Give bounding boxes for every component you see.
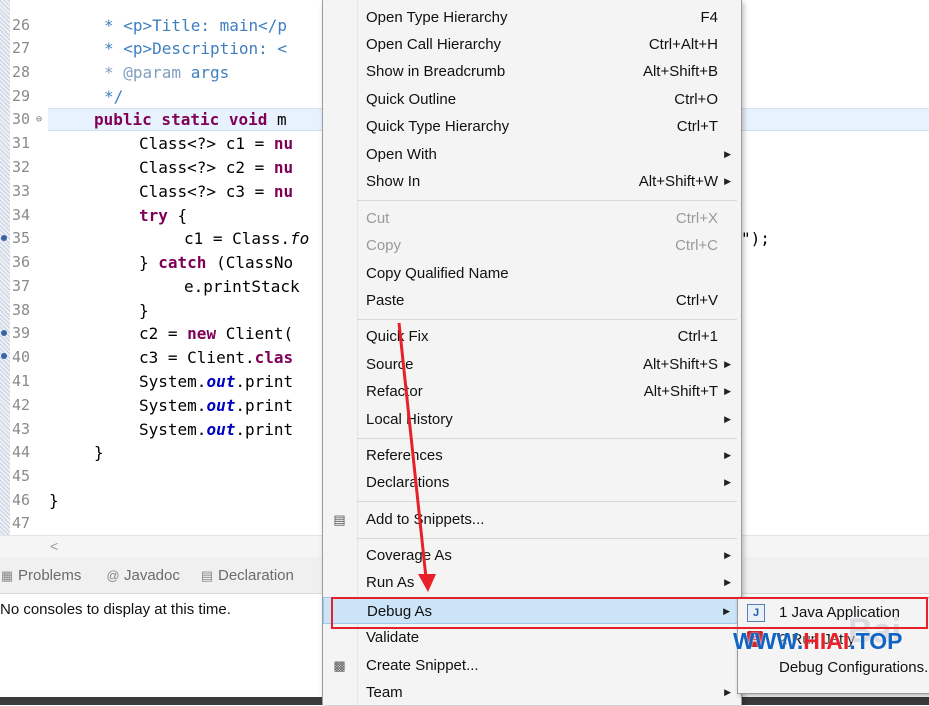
watermark-text: .TOP bbox=[849, 628, 903, 654]
arrow-head bbox=[418, 574, 436, 592]
watermark-text: HIAI bbox=[803, 628, 850, 654]
site-watermark: WWW.HIAI.TOP bbox=[733, 628, 903, 655]
annotation-arrow bbox=[397, 322, 436, 592]
watermark-text: WWW. bbox=[733, 628, 804, 654]
arrow-shaft bbox=[397, 322, 428, 579]
